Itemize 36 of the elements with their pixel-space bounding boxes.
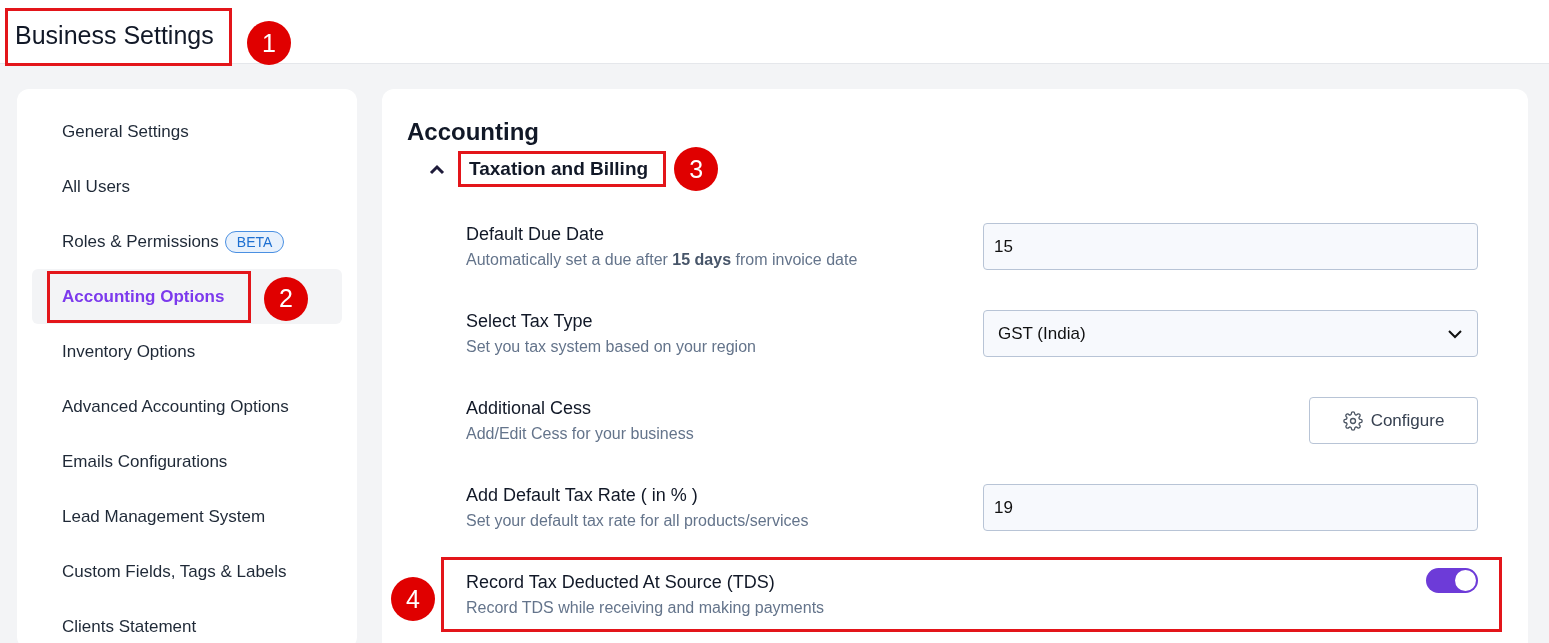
setting-label: Additional Cess bbox=[466, 398, 593, 419]
callout-badge: 4 bbox=[391, 577, 435, 621]
setting-description: Automatically set a due after 15 days from invoice date bbox=[466, 251, 858, 269]
beta-tag: BETA bbox=[224, 230, 285, 253]
setting-description: Set your default tax rate for all products/services bbox=[466, 512, 809, 530]
sidebar-item[interactable]: Inventory Options bbox=[62, 341, 196, 362]
sidebar-item[interactable]: Roles & Permissions bbox=[62, 231, 219, 252]
setting-label: Default Due Date bbox=[466, 224, 606, 245]
callout-badge: 2 bbox=[264, 276, 308, 321]
input-field[interactable]: 15 bbox=[983, 223, 1478, 270]
chevron-up-icon[interactable] bbox=[428, 163, 446, 175]
sidebar-item[interactable]: Accounting Options bbox=[62, 286, 225, 306]
settings-icon bbox=[1342, 410, 1363, 431]
input-field[interactable]: 19 bbox=[983, 484, 1478, 531]
sidebar-item[interactable]: Advanced Accounting Options bbox=[62, 396, 289, 417]
section-title: Taxation and Billing bbox=[469, 158, 649, 179]
chevron-down-icon bbox=[1447, 328, 1463, 339]
setting-label: Record Tax Deducted At Source (TDS) bbox=[466, 572, 776, 593]
toggle-switch[interactable] bbox=[1426, 568, 1478, 593]
setting-description: Set you tax system based on your region bbox=[466, 338, 756, 356]
setting-description: Add/Edit Cess for your business bbox=[466, 425, 694, 443]
sidebar-item[interactable]: Lead Management System bbox=[62, 506, 266, 527]
setting-label: Select Tax Type bbox=[466, 311, 594, 332]
callout-badge: 1 bbox=[247, 21, 291, 65]
dropdown[interactable]: GST (India) bbox=[983, 310, 1478, 357]
sidebar-item[interactable]: Emails Configurations bbox=[62, 451, 228, 472]
sidebar-item[interactable]: Clients Statement bbox=[62, 616, 197, 637]
setting-description: Record TDS while receiving and making payments bbox=[466, 599, 825, 617]
setting-label: Add Default Tax Rate ( in % ) bbox=[466, 485, 699, 506]
callout-badge: 3 bbox=[674, 147, 719, 191]
sidebar-item[interactable]: All Users bbox=[62, 176, 130, 197]
sidebar-item[interactable]: Custom Fields, Tags & Labels bbox=[62, 561, 287, 582]
page-title: Business Settings bbox=[15, 21, 214, 49]
panel-title: Accounting bbox=[407, 117, 540, 147]
sidebar-item[interactable]: General Settings bbox=[62, 121, 189, 142]
configure-button[interactable]: Configure bbox=[1309, 397, 1478, 444]
